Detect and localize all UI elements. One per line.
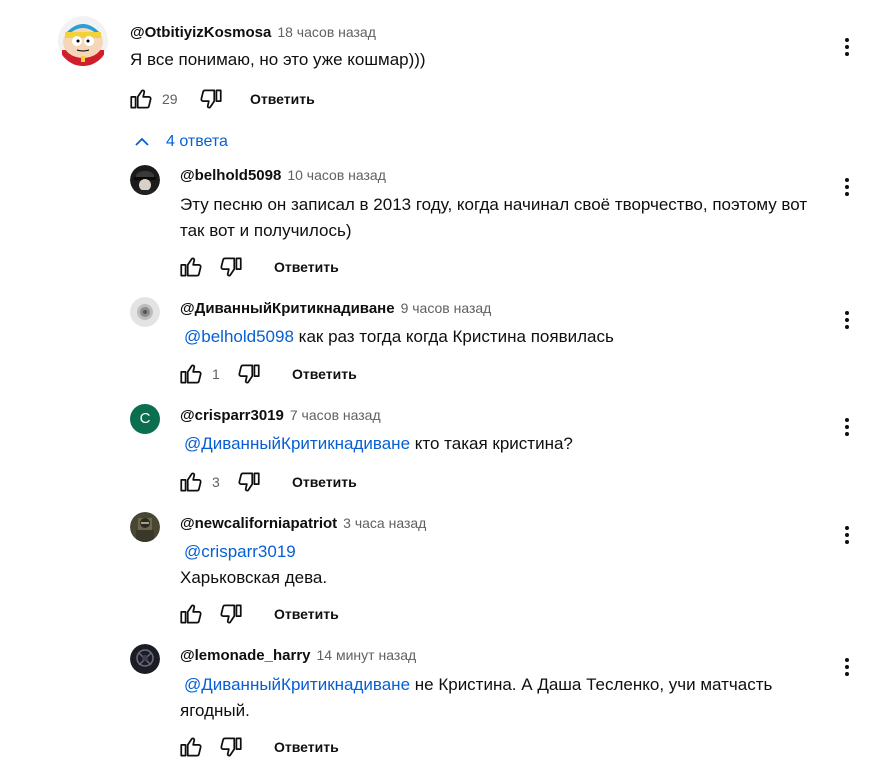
comment-actions: Ответить	[178, 252, 339, 282]
comment-text: Эту песню он записал в 2013 году, когда …	[180, 192, 820, 244]
comment-body: Харьковская дева.	[180, 568, 328, 587]
comment-text: @ДиванныйКритикнадиване кто такая кристи…	[184, 431, 824, 457]
author-name[interactable]: @ДиванныйКритикнадиване	[180, 300, 395, 317]
author-name[interactable]: @newcaliforniapatriot	[180, 515, 337, 532]
avatar[interactable]	[130, 512, 160, 542]
timestamp[interactable]: 14 минут назад	[317, 647, 417, 663]
replies-count: 4 ответа	[166, 133, 228, 150]
comment-header: @OtbitiyizKosmosa 18 часов назад	[130, 24, 376, 41]
author-name[interactable]: @lemonade_harry	[180, 647, 311, 664]
comment-text: Я все понимаю, но это уже кошмар)))	[130, 47, 770, 73]
comment-text: Харьковская дева.	[180, 565, 820, 591]
comment-body: как раз тогда когда Кристина появилась	[298, 327, 614, 346]
mention-link[interactable]: @belhold5098	[184, 327, 294, 346]
thumb-up-icon[interactable]	[128, 86, 154, 112]
avatar[interactable]	[130, 644, 160, 674]
author-name[interactable]: @crisparr3019	[180, 407, 284, 424]
like-count: 3	[212, 474, 220, 490]
reply-button[interactable]: Ответить	[292, 366, 357, 382]
comment-header: @crisparr3019 7 часов назад	[180, 407, 381, 424]
comment-header: @belhold5098 10 часов назад	[180, 167, 386, 184]
main-comment: @OtbitiyizKosmosa 18 часов назад Я все по…	[0, 0, 888, 120]
author-name[interactable]: @belhold5098	[180, 167, 281, 184]
more-vert-icon[interactable]	[837, 34, 857, 64]
reply-comment: @ДиванныйКритикнадиване 9 часов назад @be…	[0, 293, 888, 398]
thumb-down-icon[interactable]	[218, 254, 244, 280]
more-vert-icon[interactable]	[837, 307, 857, 337]
reply-comment: @belhold5098 10 часов назад Эту песню он …	[0, 160, 888, 290]
reply-button[interactable]: Ответить	[274, 259, 339, 275]
timestamp[interactable]: 3 часа назад	[343, 515, 426, 531]
avatar[interactable]	[130, 165, 160, 195]
timestamp[interactable]: 10 часов назад	[287, 167, 386, 183]
avatar[interactable]	[130, 297, 160, 327]
reply-button[interactable]: Ответить	[250, 91, 315, 107]
reply-button[interactable]: Ответить	[274, 739, 339, 755]
comment-header: @lemonade_harry 14 минут назад	[180, 647, 416, 664]
reply-button[interactable]: Ответить	[274, 606, 339, 622]
thumb-down-icon[interactable]	[236, 361, 262, 387]
reply-comment: @lemonade_harry 14 минут назад @ДиванныйК…	[0, 640, 888, 778]
more-vert-icon[interactable]	[837, 654, 857, 684]
thumb-up-icon[interactable]	[178, 254, 204, 280]
comment-actions: 1 Ответить	[178, 359, 357, 389]
mention-link[interactable]: @ДиванныйКритикнадиване	[180, 675, 410, 694]
thumb-down-icon[interactable]	[198, 86, 224, 112]
thumb-up-icon[interactable]	[178, 361, 204, 387]
thumb-down-icon[interactable]	[236, 469, 262, 495]
thumb-up-icon[interactable]	[178, 734, 204, 760]
comment-text: @crisparr3019	[184, 539, 824, 565]
reply-button[interactable]: Ответить	[292, 474, 357, 490]
thumb-down-icon[interactable]	[218, 601, 244, 627]
comment-body: кто такая кристина?	[414, 434, 573, 453]
comment-header: @newcaliforniapatriot 3 часа назад	[180, 515, 426, 532]
thumb-up-icon[interactable]	[178, 601, 204, 627]
comment-actions: 3 Ответить	[178, 467, 357, 497]
mention-link[interactable]: @ДиванныйКритикнадиване	[184, 434, 410, 453]
comment-actions: Ответить	[178, 732, 339, 762]
comment-body: Я все понимаю, но это уже кошмар)))	[130, 50, 426, 69]
timestamp[interactable]: 18 часов назад	[277, 24, 376, 40]
avatar[interactable]	[58, 16, 108, 66]
like-count: 29	[162, 91, 178, 107]
comment-text: @ДиванныйКритикнадиване не Кристина. А Д…	[180, 672, 820, 724]
comment-actions: 29 Ответить	[128, 84, 315, 114]
comment-actions: Ответить	[178, 599, 339, 629]
more-vert-icon[interactable]	[837, 522, 857, 552]
comment-header: @ДиванныйКритикнадиване 9 часов назад	[180, 300, 491, 317]
thumb-up-icon[interactable]	[178, 469, 204, 495]
timestamp[interactable]: 9 часов назад	[401, 300, 492, 316]
comment-text: @belhold5098 как раз тогда когда Кристин…	[184, 324, 824, 350]
like-count: 1	[212, 366, 220, 382]
chevron-up-icon	[135, 137, 149, 146]
comment-body: Эту песню он записал в 2013 году, когда …	[180, 195, 808, 240]
avatar[interactable]: C	[130, 404, 160, 434]
thumb-down-icon[interactable]	[218, 734, 244, 760]
timestamp[interactable]: 7 часов назад	[290, 407, 381, 423]
replies-toggle[interactable]: 4 ответа	[132, 128, 228, 156]
author-name[interactable]: @OtbitiyizKosmosa	[130, 24, 271, 41]
reply-comment: C @crisparr3019 7 часов назад @ДиванныйКр…	[0, 400, 888, 505]
reply-comment: @newcaliforniapatriot 3 часа назад @crisp…	[0, 508, 888, 638]
avatar-letter: C	[139, 410, 151, 427]
more-vert-icon[interactable]	[837, 174, 857, 204]
mention-link[interactable]: @crisparr3019	[184, 542, 296, 561]
more-vert-icon[interactable]	[837, 414, 857, 444]
